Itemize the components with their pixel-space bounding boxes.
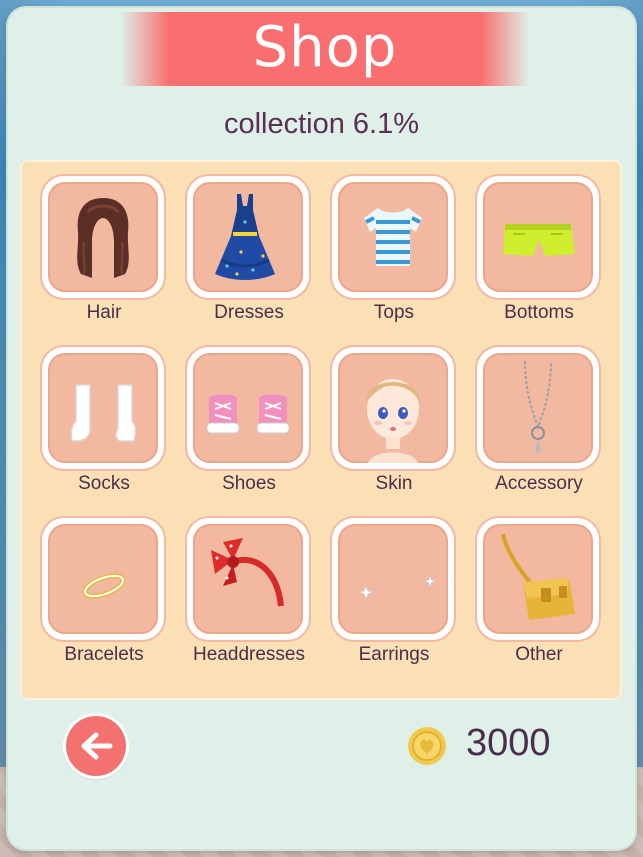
category-label: Tops: [373, 302, 415, 323]
category-label: Hair: [86, 302, 122, 323]
top-icon: [364, 208, 422, 266]
category-headdresses[interactable]: Headdresses: [187, 518, 311, 682]
category-grid: Hair Dresses Tops Bottoms Socks Shoes Sk…: [22, 162, 620, 698]
title-banner: Shop: [120, 12, 530, 86]
category-label: Skin: [375, 473, 413, 494]
dress-icon: [215, 194, 275, 280]
sneakers-icon: [206, 394, 290, 434]
category-dresses[interactable]: Dresses: [187, 176, 311, 340]
category-label: Other: [515, 644, 563, 665]
back-button[interactable]: [66, 716, 126, 776]
category-tile[interactable]: [332, 347, 454, 469]
shorts-icon: [503, 224, 575, 256]
category-earrings[interactable]: Earrings: [332, 518, 456, 682]
category-label: Bracelets: [64, 644, 144, 665]
category-label: Dresses: [214, 302, 284, 323]
category-label: Bottoms: [504, 302, 574, 323]
category-socks[interactable]: Socks: [42, 347, 166, 511]
category-tile[interactable]: [332, 518, 454, 640]
earrings-icon: [357, 574, 438, 601]
collection-progress: collection 6.1%: [223, 108, 420, 140]
category-hair[interactable]: Hair: [42, 176, 166, 340]
socks-icon: [70, 384, 137, 442]
coin-balance: 3000: [466, 722, 551, 764]
category-tops[interactable]: Tops: [332, 176, 456, 340]
category-tile[interactable]: [477, 176, 599, 298]
category-shoes[interactable]: Shoes: [187, 347, 311, 511]
category-tile[interactable]: [477, 518, 599, 640]
necklace-icon: [524, 360, 552, 453]
category-tile[interactable]: [42, 518, 164, 640]
category-tile[interactable]: [187, 518, 309, 640]
category-tile[interactable]: [332, 176, 454, 298]
face-icon: [365, 379, 421, 463]
category-tile[interactable]: [477, 347, 599, 469]
arrow-left-icon: [81, 732, 113, 760]
category-label: Accessory: [495, 473, 583, 494]
category-bracelets[interactable]: Bracelets: [42, 518, 166, 682]
shop-title: Shop: [252, 14, 398, 80]
category-accessory[interactable]: Accessory: [477, 347, 601, 511]
category-tile[interactable]: [187, 347, 309, 469]
headband-icon: [211, 538, 284, 607]
hair-icon: [77, 198, 129, 278]
category-label: Shoes: [222, 473, 276, 494]
category-tile[interactable]: [187, 176, 309, 298]
category-bottoms[interactable]: Bottoms: [477, 176, 601, 340]
category-label: Socks: [78, 473, 130, 494]
category-skin[interactable]: Skin: [332, 347, 456, 511]
category-label: Headdresses: [193, 644, 305, 665]
category-tile[interactable]: [42, 176, 164, 298]
category-tile[interactable]: [42, 347, 164, 469]
handbag-icon: [501, 533, 575, 620]
bracelet-icon: [82, 573, 126, 599]
category-label: Earrings: [358, 644, 430, 665]
category-other[interactable]: Other: [477, 518, 601, 682]
coin-icon: [408, 727, 446, 765]
